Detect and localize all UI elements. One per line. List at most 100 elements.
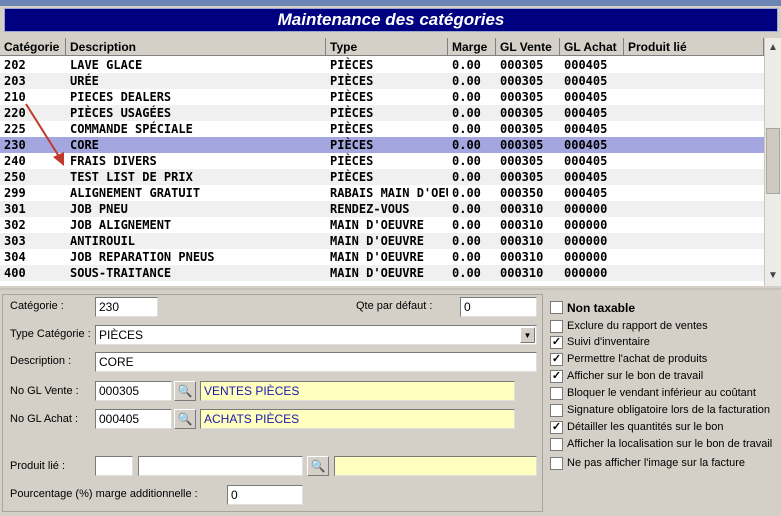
table-row[interactable]: 299 ALIGNEMENT GRATUIT RABAIS MAIN D'OEU 0.… — [0, 185, 764, 201]
qte-field[interactable]: 0 — [460, 297, 537, 317]
pourcentage-label: Pourcentage (%) marge additionnelle : — [10, 488, 198, 500]
table-row[interactable]: 240 FRAIS DIVERS PIÈCES 0.00 000305 000405 — [0, 153, 764, 169]
pourcentage-field[interactable]: 0 — [227, 485, 303, 505]
table-cell: 000305 — [500, 74, 544, 88]
table-cell — [624, 89, 764, 105]
column-header[interactable]: Marge — [448, 38, 496, 56]
table-cell: 000000 — [564, 218, 608, 232]
categorie-field[interactable]: 230 — [95, 297, 158, 317]
table-cell: 0.00 — [452, 250, 481, 264]
table-row[interactable]: 230 CORE PIÈCES 0.00 000305 000405 — [0, 137, 764, 153]
checkbox-box[interactable] — [550, 438, 563, 451]
gl-achat-field[interactable]: 000405 — [95, 409, 172, 429]
table-cell: PIÈCES USAGÉES — [70, 106, 172, 120]
vertical-scrollbar[interactable]: ▲ ▼ — [764, 38, 781, 286]
table-cell: 000310 — [500, 266, 544, 280]
table-cell: URÉE — [70, 74, 99, 88]
option-checkbox[interactable]: Bloquer le vendant inférieur au coûtant — [550, 386, 780, 402]
option-checkbox[interactable]: ✓ Suivi d'inventaire — [550, 335, 780, 351]
table-cell: JOB PNEU — [70, 202, 128, 216]
table-row[interactable]: 250 TEST LIST DE PRIX PIÈCES 0.00 000305 0004… — [0, 169, 764, 185]
table-cell: ANTIROUIL — [70, 234, 136, 248]
chevron-down-icon[interactable]: ▼ — [520, 327, 535, 343]
table-cell: 000405 — [564, 122, 608, 136]
column-header[interactable]: Type — [326, 38, 448, 56]
table-cell: 302 — [4, 218, 26, 232]
option-checkbox[interactable]: Ne pas afficher l'image sur la facture — [550, 456, 780, 472]
table-row[interactable]: 210 PIECES DEALERS PIÈCES 0.00 000305 000405 — [0, 89, 764, 105]
table-cell: 000310 — [500, 250, 544, 264]
table-row-partial[interactable] — [0, 281, 764, 286]
column-header[interactable]: Description — [66, 38, 326, 56]
table-cell: 000310 — [500, 234, 544, 248]
scrollbar-thumb[interactable] — [766, 128, 780, 194]
checkbox-box[interactable] — [550, 457, 563, 470]
gl-achat-label: No GL Achat : — [10, 413, 79, 425]
table-cell: RABAIS MAIN D'OEU — [330, 186, 448, 200]
table-cell: JOB ALIGNEMENT — [70, 218, 172, 232]
search-icon: 🔍 — [177, 384, 193, 398]
option-checkbox[interactable]: ✓ Détailler les quantités sur le bon — [550, 420, 780, 436]
table-cell — [624, 121, 764, 137]
gl-vente-field[interactable]: 000305 — [95, 381, 172, 401]
column-header[interactable]: Produit lié — [624, 38, 764, 56]
produit-search-button[interactable]: 🔍 — [307, 456, 329, 476]
column-header[interactable]: Catégorie — [0, 38, 66, 56]
table-cell: 400 — [4, 266, 26, 280]
table-row[interactable]: 203 URÉE PIÈCES 0.00 000305 000405 — [0, 73, 764, 89]
table-cell: 0.00 — [452, 202, 481, 216]
checkbox-box[interactable] — [550, 301, 563, 314]
table-cell: 0.00 — [452, 122, 481, 136]
table-cell: 000305 — [500, 138, 544, 152]
checkmark-icon[interactable]: ✓ — [550, 336, 563, 349]
scroll-up-icon[interactable]: ▲ — [765, 40, 781, 56]
option-checkbox[interactable]: Signature obligatoire lors de la factura… — [550, 403, 780, 419]
table-cell: 000000 — [564, 266, 608, 280]
qte-label: Qte par défaut : — [356, 300, 433, 312]
table-cell: PIECES DEALERS — [70, 90, 172, 104]
gl-achat-search-button[interactable]: 🔍 — [174, 409, 196, 429]
checkbox-box[interactable] — [550, 404, 563, 417]
checkmark-icon[interactable]: ✓ — [550, 353, 563, 366]
table-cell: 000305 — [500, 90, 544, 104]
table-row[interactable]: 202 LAVE GLACE PIÈCES 0.00 000305 000405 — [0, 57, 764, 73]
option-label: Non taxable — [567, 301, 636, 315]
option-checkbox[interactable]: Afficher la localisation sur le bon de t… — [550, 437, 780, 453]
type-select[interactable]: PIÈCES ▼ — [95, 325, 537, 345]
description-field[interactable]: CORE — [95, 352, 537, 372]
option-checkbox[interactable]: Non taxable — [550, 300, 780, 316]
option-label: Signature obligatoire lors de la factura… — [567, 404, 771, 416]
table-row[interactable]: 302 JOB ALIGNEMENT MAIN D'OEUVRE 0.00 000310… — [0, 217, 764, 233]
checkmark-icon[interactable]: ✓ — [550, 370, 563, 383]
table-row[interactable]: 303 ANTIROUIL MAIN D'OEUVRE 0.00 000310 00000… — [0, 233, 764, 249]
table-row[interactable]: 220 PIÈCES USAGÉES PIÈCES 0.00 000305 000405 — [0, 105, 764, 121]
categories-grid[interactable]: Catégorie Description Type Marge GL Vente GL … — [0, 38, 781, 286]
gl-vente-search-button[interactable]: 🔍 — [174, 381, 196, 401]
table-cell: 000310 — [500, 218, 544, 232]
table-cell: 0.00 — [452, 138, 481, 152]
description-label: Description : — [10, 355, 72, 367]
table-cell: 000305 — [500, 106, 544, 120]
table-row[interactable]: 400 SOUS-TRAITANCE MAIN D'OEUVRE 0.00 000310… — [0, 265, 764, 281]
option-label: Permettre l'achat de produits — [567, 353, 708, 365]
column-header[interactable]: GL Achat — [560, 38, 624, 56]
table-row[interactable]: 304 JOB REPARATION PNEUS MAIN D'OEUVRE 0.00… — [0, 249, 764, 265]
option-checkbox[interactable]: ✓ Permettre l'achat de produits — [550, 352, 780, 368]
checkbox-box[interactable] — [550, 387, 563, 400]
scroll-down-icon[interactable]: ▼ — [765, 268, 781, 284]
table-row[interactable]: 225 COMMANDE SPÉCIALE PIÈCES 0.00 000305 0004… — [0, 121, 764, 137]
produit-code-field[interactable] — [95, 456, 133, 476]
option-checkbox[interactable]: Exclure du rapport de ventes — [550, 319, 780, 335]
table-cell: PIÈCES — [330, 170, 374, 184]
option-checkbox[interactable]: ✓ Afficher sur le bon de travail — [550, 369, 780, 385]
table-cell: JOB REPARATION PNEUS — [70, 250, 215, 264]
table-cell — [624, 105, 764, 121]
table-cell: CORE — [70, 138, 99, 152]
checkbox-box[interactable] — [550, 320, 563, 333]
table-cell: PIÈCES — [330, 58, 374, 72]
produit-name-field[interactable] — [138, 456, 303, 476]
table-row[interactable]: 301 JOB PNEU RENDEZ-VOUS 0.00 000310 000000 — [0, 201, 764, 217]
table-cell: 0.00 — [452, 186, 481, 200]
checkmark-icon[interactable]: ✓ — [550, 421, 563, 434]
column-header[interactable]: GL Vente — [496, 38, 560, 56]
